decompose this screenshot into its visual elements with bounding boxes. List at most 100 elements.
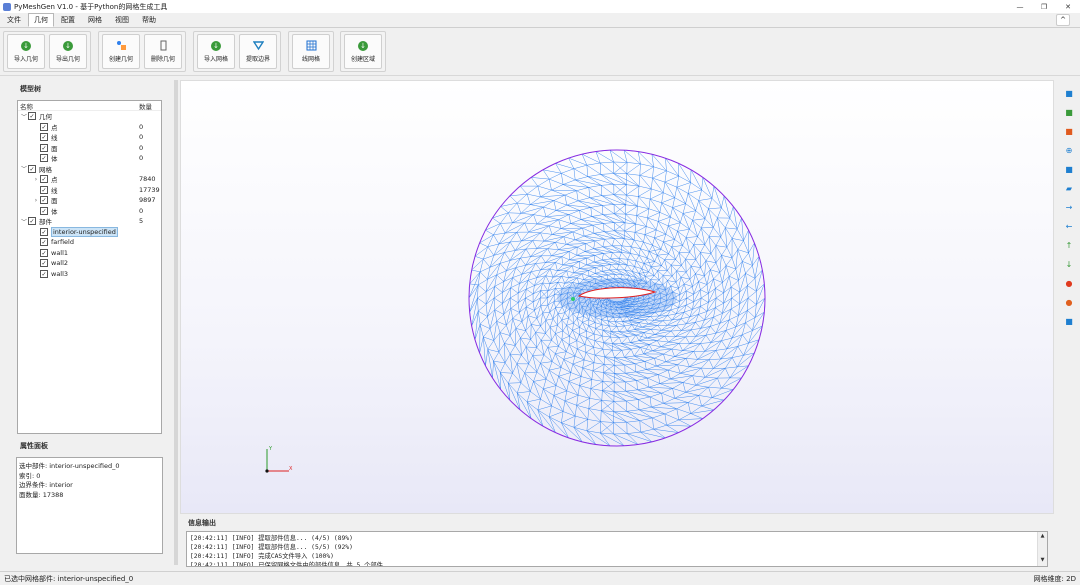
tree-row-count: 0 [139,133,144,142]
tree-row[interactable]: › ✓ 面 9897 [18,195,161,206]
tree-checkbox[interactable]: ✓ [40,259,48,268]
maximize-button[interactable]: ❐ [1032,0,1056,13]
tree-checkbox[interactable]: ✓ [40,175,48,184]
menu-tab-3[interactable]: 网格 [82,13,108,27]
green-down-arrow-icon: ↓ [21,40,32,51]
menu-tab-1[interactable]: 几何 [28,13,54,27]
tree-row[interactable]: ✓ 体 0 [18,206,161,217]
tree-row[interactable]: ✓ farfield [18,237,161,248]
green-down-arrow-icon: ↓ [358,40,369,51]
ribbon-button-2-1[interactable]: 提取边界 [239,34,277,69]
tree-row-label: 几何 [39,113,52,122]
tree-row-label: 体 [51,207,58,216]
tree-checkbox[interactable]: ✓ [40,143,48,152]
tree-row-label: 部件 [39,218,52,227]
properties-title: 属性面板 [20,442,48,450]
info-output-title: 信息输出 [188,519,216,527]
expand-chevron-icon[interactable]: › [32,197,40,204]
tree-checkbox[interactable]: ✓ [40,269,48,278]
menu-tab-0[interactable]: 文件 [1,13,27,27]
create-geometry-icon [116,40,127,51]
ribbon-collapse-button[interactable]: ^ [1056,14,1070,26]
tree-checkbox[interactable]: ✓ [40,238,48,247]
tree-row[interactable]: ✓ wall2 [18,258,161,269]
tree-checkbox[interactable]: ✓ [28,217,36,226]
cube-surface-icon[interactable]: ▰ [1063,182,1075,194]
expand-chevron-icon[interactable]: ﹀ [20,164,28,173]
sphere-orange-icon[interactable]: ● [1063,296,1075,308]
arrow-right-icon[interactable]: → [1063,201,1075,213]
expand-chevron-icon[interactable]: ﹀ [20,112,28,121]
cube-iso-icon[interactable]: ■ [1063,163,1075,175]
expand-chevron-icon[interactable]: › [32,176,40,183]
cube-front-icon[interactable]: ■ [1063,87,1075,99]
tree-row-name: ﹀ ✓ 网格 [18,164,139,174]
tree-checkbox[interactable]: ✓ [40,206,48,215]
mesh-viewport[interactable]: Y X [180,80,1054,514]
ribbon-button-1-1[interactable]: 删除几何 [144,34,182,69]
tree-row-label: wall2 [51,259,69,268]
tree-row-count: 7840 [139,175,156,184]
ribbon-button-label: 导入网格 [203,56,228,63]
tree-checkbox[interactable]: ✓ [40,122,48,131]
tree-row-count: 9897 [139,196,156,205]
scroll-up-button[interactable]: ▲ [1038,532,1047,540]
tree-row-label: 线 [51,186,58,195]
ribbon-group-2: ↓ 导入网格 提取边界 [193,31,281,72]
tree-row-name: ✓ 线 [18,185,139,195]
tree-row-name: ✓ 体 [18,153,139,163]
cube-green-icon[interactable]: ■ [1063,106,1075,118]
tree-checkbox[interactable]: ✓ [28,164,36,173]
tree-row[interactable]: ✓ wall3 [18,269,161,280]
delete-geometry-icon [158,40,169,51]
ribbon-button-1-0[interactable]: 创建几何 [102,34,140,69]
tree-row[interactable]: ✓ 点 0 [18,122,161,133]
tree-row-label: 面 [51,197,58,206]
menu-bar: 文件 几何 配置 网格 视图 帮助 ^ [0,13,1080,28]
arrow-up-icon[interactable]: ↑ [1063,239,1075,251]
tree-row[interactable]: ✓ 线 17739 [18,185,161,196]
panel-splitter[interactable] [174,80,178,565]
menu-tab-5[interactable]: 帮助 [136,13,162,27]
tree-row[interactable]: ﹀ ✓ 部件 5 [18,216,161,227]
tree-row[interactable]: › ✓ 点 7840 [18,174,161,185]
ribbon-button-0-1[interactable]: ↓ 导出几何 [49,34,87,69]
arrow-down-icon[interactable]: ↓ [1063,258,1075,270]
tree-row[interactable]: ✓ 面 0 [18,143,161,154]
tree-row[interactable]: ✓ 线 0 [18,132,161,143]
tree-row-name: ✓ wall1 [18,248,139,257]
scroll-down-button[interactable]: ▼ [1038,556,1047,564]
close-button[interactable]: ✕ [1056,0,1080,13]
expand-chevron-icon[interactable]: ﹀ [20,217,28,226]
tree-checkbox[interactable]: ✓ [40,196,48,205]
ribbon-button-3-0[interactable]: 线网格 [292,34,330,69]
zoom-fit-icon[interactable]: ⊕ [1063,144,1075,156]
tree-row[interactable]: ✓ 体 0 [18,153,161,164]
arrow-left-icon[interactable]: ← [1063,220,1075,232]
cube-wire-icon[interactable]: ■ [1063,315,1075,327]
tree-row-count: 5 [139,217,144,226]
property-line: 边界条件: interior [19,481,73,489]
tree-row[interactable]: ﹀ ✓ 几何 [18,111,161,122]
tree-checkbox[interactable]: ✓ [40,227,48,236]
tree-checkbox[interactable]: ✓ [28,112,36,121]
ribbon-button-label: 线网格 [301,56,320,63]
tree-checkbox[interactable]: ✓ [40,133,48,142]
tree-checkbox[interactable]: ✓ [40,154,48,163]
tree-row[interactable]: ✓ wall1 [18,248,161,259]
ribbon-button-4-0[interactable]: ↓ 创建区域 [344,34,382,69]
log-box: [20:42:11] [INFO] 提取部件信息... (4/5) (89%) [… [186,531,1048,567]
tree-rows: ﹀ ✓ 几何 ✓ 点 0 ✓ 线 0 ✓ 面 0 ✓ 体 0 ﹀ ✓ 网格 › ✓ 点 7840 ✓ 线 17739 › ✓ 面 989… [18,111,161,279]
tree-row[interactable]: ✓ interior-unspecified [18,226,161,238]
ribbon-button-2-0[interactable]: ↓ 导入网格 [197,34,235,69]
log-scrollbar[interactable]: ▲ ▼ [1037,532,1047,566]
sphere-red-icon[interactable]: ● [1063,277,1075,289]
menu-tab-2[interactable]: 配置 [55,13,81,27]
minimize-button[interactable]: — [1008,0,1032,13]
cube-orange-icon[interactable]: ■ [1063,125,1075,137]
tree-checkbox[interactable]: ✓ [40,185,48,194]
menu-tab-4[interactable]: 视图 [109,13,135,27]
tree-row[interactable]: ﹀ ✓ 网格 [18,164,161,175]
tree-checkbox[interactable]: ✓ [40,248,48,257]
ribbon-button-0-0[interactable]: ↓ 导入几何 [7,34,45,69]
